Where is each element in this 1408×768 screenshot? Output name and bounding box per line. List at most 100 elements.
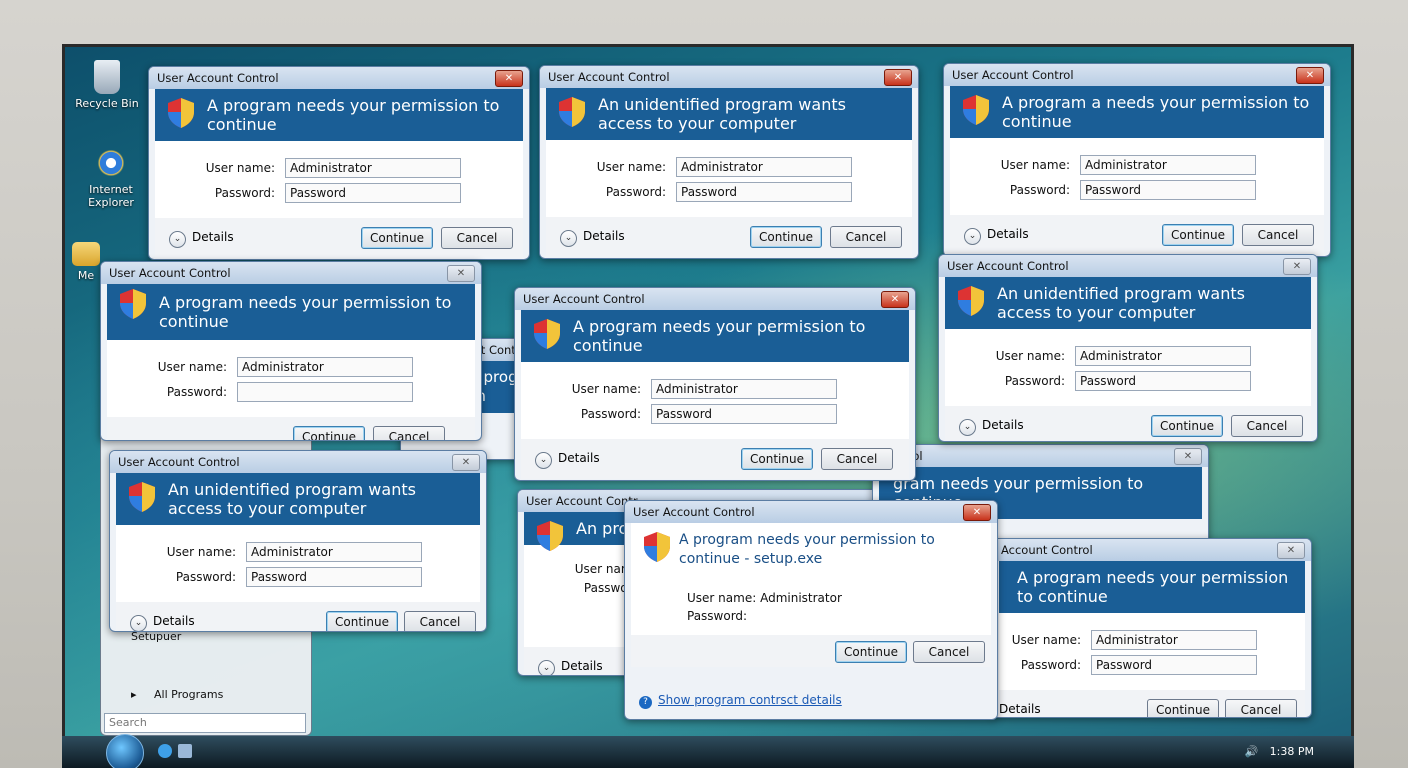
details-toggle[interactable]: ⌄ Details <box>538 659 603 675</box>
password-label: Password: <box>1009 183 1070 197</box>
titlebar: User Account Control ✕ <box>515 288 915 310</box>
cancel-button[interactable]: Cancel <box>441 227 513 249</box>
continue-button[interactable]: Continue <box>1147 699 1219 717</box>
volume-icon[interactable]: 🔊 <box>1244 745 1258 758</box>
cancel-button[interactable]: Cancel <box>1231 415 1303 437</box>
username-field[interactable]: Administrator <box>246 542 422 562</box>
username-field[interactable]: Administrator <box>1091 630 1257 650</box>
titlebar: User Account Control ✕ <box>101 262 481 284</box>
details-toggle[interactable]: ⌄ Details <box>130 614 195 631</box>
username-field[interactable]: Administrator <box>1080 155 1256 175</box>
continue-button[interactable]: Continue <box>326 611 398 631</box>
close-icon[interactable]: ✕ <box>881 291 909 308</box>
username-label: User name: <box>687 591 757 605</box>
close-icon[interactable]: ✕ <box>963 504 991 521</box>
dialog-body: User name: Administrator Password: <box>107 340 475 417</box>
dialog-footer: Continue Cancel <box>107 417 475 440</box>
username-field[interactable]: Administrator <box>237 357 413 377</box>
details-toggle[interactable]: Details <box>999 702 1041 716</box>
details-toggle[interactable]: ⌄ Details <box>964 227 1029 245</box>
dialog-footer: Continue Cancel <box>631 635 991 667</box>
close-icon[interactable]: ✕ <box>447 265 475 282</box>
password-label: Password: <box>214 186 275 200</box>
continue-button[interactable]: Continue <box>1162 224 1234 246</box>
username-label: User name: <box>571 382 641 396</box>
cancel-button[interactable]: Cancel <box>821 448 893 470</box>
chevron-down-icon: ⌄ <box>169 231 186 248</box>
password-field[interactable]: Password <box>285 183 461 203</box>
dialog-footer: Details Continue Cancel <box>999 690 1305 717</box>
password-field[interactable] <box>237 382 413 402</box>
username-label: User name: <box>1000 158 1070 172</box>
titlebar: User Account Control ✕ <box>110 451 486 473</box>
username-field[interactable]: Administrator <box>285 158 461 178</box>
continue-button[interactable]: Continue <box>361 227 433 249</box>
desktop-icon-internet-explorer[interactable]: Internet Explorer <box>76 146 146 209</box>
cancel-button[interactable]: Cancel <box>830 226 902 248</box>
close-icon[interactable]: ✕ <box>884 69 912 86</box>
dialog-title: User Account Control <box>947 259 1069 273</box>
cancel-button[interactable]: Cancel <box>404 611 476 631</box>
cancel-button[interactable]: Cancel <box>1242 224 1314 246</box>
start-search-input[interactable]: Search <box>104 713 306 733</box>
details-toggle[interactable]: ⌄ Details <box>959 418 1024 436</box>
cancel-button[interactable]: Cancel <box>1225 699 1297 717</box>
username-field[interactable]: Administrator <box>676 157 852 177</box>
password-field[interactable]: Password <box>1075 371 1251 391</box>
password-field[interactable]: Password <box>651 404 837 424</box>
continue-button[interactable]: Continue <box>750 226 822 248</box>
show-desktop-icon[interactable] <box>178 744 192 758</box>
details-label: Details <box>192 230 234 244</box>
uac-dialog-3: User Account Control ✕ A program needs yo… <box>100 261 482 441</box>
details-label: Details <box>999 702 1041 716</box>
password-field[interactable]: Password <box>246 567 422 587</box>
password-field[interactable]: Password <box>1080 180 1256 200</box>
all-programs-item[interactable]: ▸ All Programs <box>131 688 223 701</box>
desktop-icon-recycle-bin[interactable]: Recycle Bin <box>72 60 142 110</box>
internet-explorer-icon[interactable] <box>158 744 172 758</box>
dialog-body: User name: Administrator Password: Passwor… <box>521 362 909 439</box>
password-field[interactable]: Password <box>676 182 852 202</box>
dialog-heading: A program needs your permission to conti… <box>679 532 935 567</box>
shield-icon <box>129 482 155 512</box>
cancel-button[interactable]: Cancel <box>913 641 985 663</box>
system-tray: 🔊 1:38 PM <box>1244 745 1314 758</box>
shield-icon <box>958 286 984 316</box>
continue-button[interactable]: Continue <box>741 448 813 470</box>
titlebar: User Account Control ✕ <box>939 255 1317 277</box>
uac-dialog-7: User Account Control ✕ A program needs yo… <box>624 500 998 720</box>
dialog-footer: ⌄ Details Continue Cancel <box>116 602 480 631</box>
username-field[interactable]: Administrator <box>651 379 837 399</box>
shield-icon <box>168 98 194 128</box>
close-icon[interactable]: ✕ <box>1277 542 1305 559</box>
shield-icon <box>644 532 670 562</box>
titlebar: User Account Control ✕ <box>540 66 918 88</box>
close-icon[interactable]: ✕ <box>1296 67 1324 84</box>
start-button[interactable] <box>106 734 144 768</box>
chevron-down-icon: ⌄ <box>560 230 577 247</box>
dialog-title: User Account Control <box>157 71 279 85</box>
details-toggle[interactable]: ⌄ Details <box>535 451 600 469</box>
close-icon[interactable]: ✕ <box>452 454 480 471</box>
continue-button[interactable]: Continue <box>293 426 365 440</box>
password-field[interactable]: Password <box>1091 655 1257 675</box>
close-icon[interactable]: ✕ <box>1174 448 1202 465</box>
username-field[interactable]: Administrator <box>1075 346 1251 366</box>
close-icon[interactable]: ✕ <box>1283 258 1311 275</box>
clock[interactable]: 1:38 PM <box>1270 745 1314 758</box>
program-details-link[interactable]: ? Show program contrsct details <box>639 693 842 709</box>
uac-dialog-5: User Account Control ✕ A program needs yo… <box>514 287 916 481</box>
details-toggle[interactable]: ⌄ Details <box>169 230 234 248</box>
shield-icon <box>559 97 585 127</box>
details-label: Details <box>982 418 1024 432</box>
program-details-link-label: Show program contrsct details <box>658 693 842 707</box>
dialog-title: User Account Control <box>523 292 645 306</box>
dialog-title: User Account Control <box>109 266 231 280</box>
continue-button[interactable]: Continue <box>1151 415 1223 437</box>
username-label: User name: <box>1011 633 1081 647</box>
arrow-right-icon: ▸ <box>131 688 137 701</box>
details-toggle[interactable]: ⌄ Details <box>560 229 625 247</box>
close-icon[interactable]: ✕ <box>495 70 523 87</box>
continue-button[interactable]: Continue <box>835 641 907 663</box>
cancel-button[interactable]: Cancel <box>373 426 445 440</box>
